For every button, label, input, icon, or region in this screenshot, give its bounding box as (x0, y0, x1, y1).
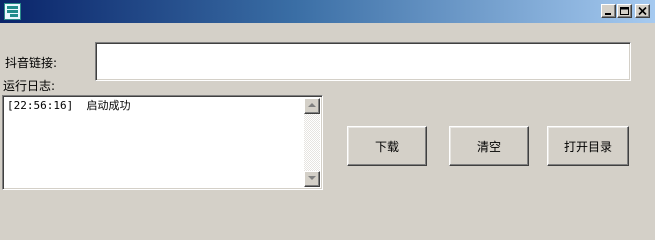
close-button[interactable] (635, 4, 650, 18)
link-input-frame (95, 42, 631, 81)
link-input[interactable] (98, 45, 628, 78)
minimize-button[interactable] (601, 4, 616, 18)
maximize-icon (620, 7, 629, 15)
title-bar[interactable] (0, 0, 655, 23)
download-button[interactable]: 下载 (347, 126, 427, 166)
scroll-up-button[interactable] (304, 98, 320, 114)
log-label: 运行日志: (3, 79, 56, 93)
close-icon (638, 7, 647, 16)
log-scrollbar[interactable] (304, 98, 320, 187)
log-line: [22:56:16] 启动成功 (7, 99, 131, 112)
link-label: 抖音链接: (5, 56, 58, 70)
clear-button[interactable]: 清空 (449, 126, 529, 166)
arrow-down-icon (308, 176, 316, 180)
minimize-icon (605, 13, 611, 15)
scroll-down-button[interactable] (304, 171, 320, 187)
maximize-button[interactable] (617, 4, 632, 18)
log-area[interactable]: [22:56:16] 启动成功 (2, 95, 323, 190)
arrow-up-icon (308, 103, 316, 107)
open-directory-button[interactable]: 打开目录 (547, 126, 629, 166)
app-logo-icon (4, 3, 21, 20)
